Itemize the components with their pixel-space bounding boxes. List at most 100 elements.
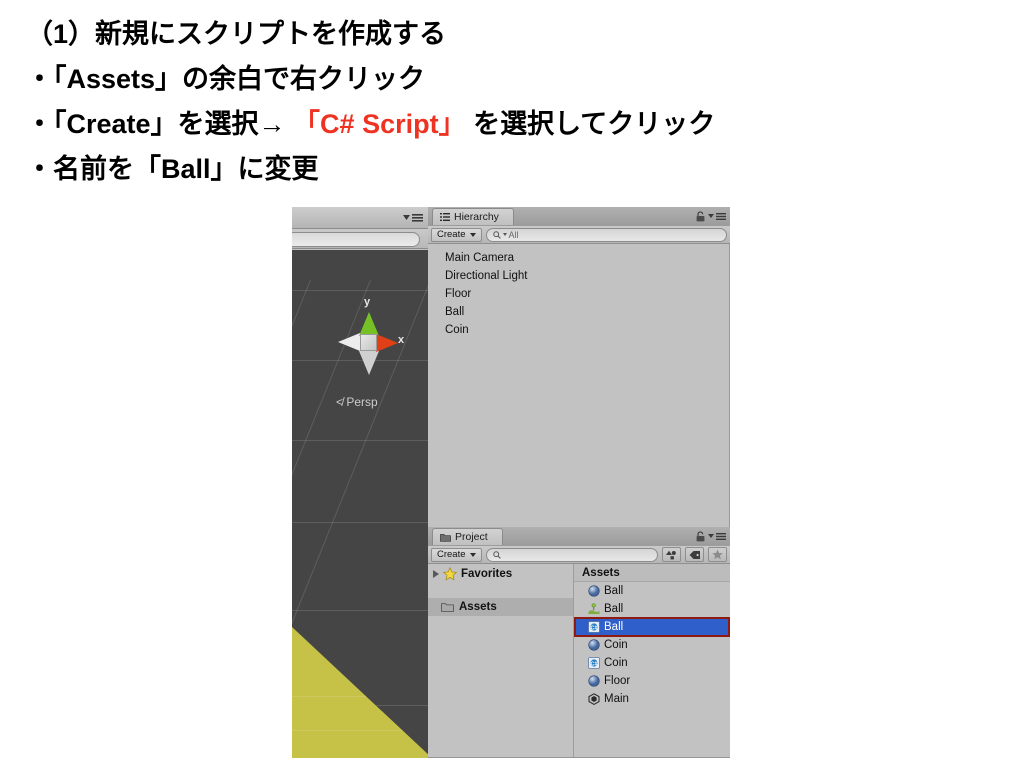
asset-item-label: Main (604, 693, 629, 705)
label-tag-icon (689, 550, 700, 559)
svg-text:C#: C# (591, 661, 598, 667)
project-split-view: Favorites Assets Assets Ball Ball C# Bal… (428, 564, 730, 757)
tab-hierarchy-label: Hierarchy (454, 211, 499, 223)
asset-item-label: Ball (604, 585, 624, 597)
scene-perspective-label[interactable]: ≮ Persp (336, 395, 378, 409)
asset-item[interactable]: Ball (574, 582, 730, 600)
project-tab-icons (696, 531, 726, 542)
hierarchy-item[interactable]: Ball (428, 303, 729, 321)
hierarchy-item[interactable]: Floor (428, 285, 729, 303)
unity-editor-window: y x ≮ Persp Hierarchy Create All Main Ca… (292, 207, 730, 758)
gizmo-cone-right-icon (376, 334, 398, 352)
asset-item[interactable]: C# Coin (574, 654, 730, 672)
folder-icon (440, 533, 451, 542)
lock-icon[interactable] (696, 211, 705, 222)
project-tree-favorites[interactable]: Favorites (428, 564, 573, 584)
hierarchy-item[interactable]: Main Camera (428, 249, 729, 267)
asset-item-selected[interactable]: C# Ball (574, 617, 730, 637)
svg-text:C#: C# (591, 625, 598, 631)
sphere-material-icon (588, 675, 600, 687)
sphere-material-icon (588, 585, 600, 597)
scene-orientation-gizmo[interactable]: y x (338, 296, 404, 388)
chevron-down-icon (469, 552, 476, 557)
slide-line-3-accent: 「C# Script」 (293, 109, 466, 139)
gizmo-axis-x-label: x (398, 334, 405, 346)
panel-menu-icon[interactable] (708, 212, 726, 221)
panel-menu-icon[interactable] (708, 532, 726, 541)
slide-page: （1）新規にスクリプトを作成する ・「Assets」の余白で右クリック ・「Cr… (0, 0, 1024, 768)
project-create-label: Create (437, 549, 466, 560)
shape-filter-button[interactable] (662, 547, 681, 562)
editor-right-column: Hierarchy Create All Main Camera Directi… (428, 207, 730, 758)
slide-text-block: （1）新規にスクリプトを作成する ・「Assets」の余白で右クリック ・「Cr… (26, 12, 986, 192)
scene-search-input[interactable] (292, 232, 420, 247)
lock-icon[interactable] (696, 531, 705, 542)
label-tag-button[interactable] (685, 547, 704, 562)
slide-line-2: ・「Assets」の余白で右クリック (26, 64, 426, 94)
csharp-script-icon: C# (588, 657, 600, 669)
project-tree-favorites-label: Favorites (461, 568, 513, 580)
tab-project[interactable]: Project (432, 528, 503, 545)
scene-view-search-row (292, 229, 428, 249)
search-icon (492, 550, 501, 559)
hierarchy-list[interactable]: Main Camera Directional Light Floor Ball… (428, 244, 730, 527)
tab-hierarchy[interactable]: Hierarchy (432, 208, 514, 225)
asset-item[interactable]: Main (574, 690, 730, 708)
star-icon (443, 567, 457, 581)
hierarchy-search-input[interactable]: All (485, 227, 727, 242)
prefab-icon (588, 603, 600, 614)
shape-filter-icon (666, 550, 676, 559)
hierarchy-list-icon (440, 213, 450, 221)
hierarchy-create-button[interactable]: Create (431, 227, 482, 242)
search-icon (492, 230, 501, 239)
project-panel: Project Create Favorites Assets Assets B… (428, 527, 730, 758)
chevron-right-icon[interactable] (433, 570, 439, 578)
gizmo-cone-left-icon (338, 333, 360, 351)
project-tabbar: Project (428, 527, 730, 545)
asset-item[interactable]: Coin (574, 636, 730, 654)
asset-item[interactable]: Ball (574, 600, 730, 618)
project-assets-pane[interactable]: Assets Ball Ball C# Ball Coin C# Coin Fl… (574, 564, 730, 757)
hierarchy-item[interactable]: Directional Light (428, 267, 729, 285)
asset-item[interactable]: Floor (574, 672, 730, 690)
hierarchy-create-label: Create (437, 229, 466, 240)
panel-menu-icon[interactable] (402, 212, 424, 223)
gizmo-center-cube[interactable] (360, 334, 377, 351)
asset-item-label: Floor (604, 675, 631, 687)
asset-item-label: Coin (604, 657, 628, 669)
asset-item-label: Ball (604, 621, 624, 633)
chevron-down-icon (469, 232, 476, 237)
star-icon (712, 549, 723, 560)
scene-view-panel[interactable]: y x ≮ Persp (292, 207, 428, 758)
project-tree-assets[interactable]: Assets (428, 598, 573, 616)
slide-line-3-prefix: ・「Create」を選択→ (26, 109, 294, 139)
hierarchy-item[interactable]: Coin (428, 321, 729, 339)
unity-scene-icon (588, 693, 600, 705)
gizmo-axis-y-label: y (364, 296, 371, 308)
gizmo-cone-up-icon (359, 312, 379, 336)
slide-line-3-suffix: を選択してクリック (465, 109, 716, 139)
scene-view-toolbar (292, 207, 428, 229)
hierarchy-tabbar: Hierarchy (428, 207, 730, 225)
hierarchy-toolbar: Create All (428, 225, 730, 244)
csharp-script-icon: C# (588, 621, 600, 633)
project-tree-pane[interactable]: Favorites Assets (428, 564, 574, 757)
project-tree-assets-label: Assets (459, 601, 497, 613)
scene-floor-object (292, 617, 428, 758)
hierarchy-search-value: All (508, 229, 519, 240)
project-create-button[interactable]: Create (431, 547, 482, 562)
asset-item-label: Ball (604, 603, 624, 615)
gizmo-cone-down-icon (359, 351, 379, 375)
hierarchy-tab-icons (696, 211, 726, 222)
slide-line-1: （1）新規にスクリプトを作成する (26, 19, 447, 49)
slide-line-3: ・「Create」を選択→ 「C# Script」 を選択してクリック (26, 102, 986, 147)
asset-item-label: Coin (604, 639, 628, 651)
favorites-star-button[interactable] (708, 547, 727, 562)
sphere-material-icon (588, 639, 600, 651)
scene-viewport[interactable]: y x ≮ Persp (292, 250, 428, 758)
project-search-input[interactable] (485, 547, 658, 562)
tab-project-label: Project (455, 531, 488, 543)
chevron-down-icon (502, 233, 507, 236)
folder-icon (441, 602, 454, 612)
project-toolbar: Create (428, 545, 730, 564)
